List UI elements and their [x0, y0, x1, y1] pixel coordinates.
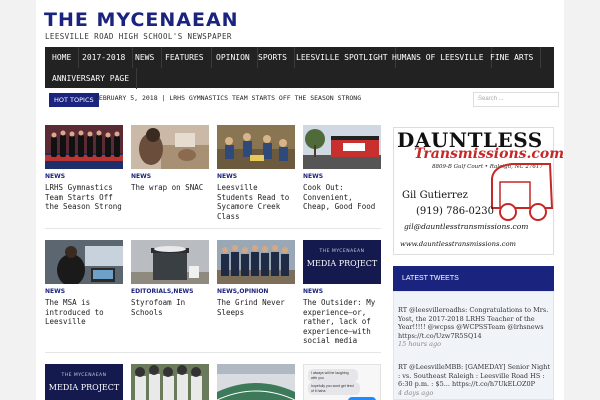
gymnastics-photo[interactable]: [45, 125, 123, 169]
indoor-track-photo[interactable]: [217, 364, 295, 400]
dauntless-advertisement[interactable]: DAUNTLESS Transmissions.com 8809-B Gulf …: [393, 127, 564, 255]
nav-item-leesville-spotlight[interactable]: LEESVILLE SPOTLIGHT: [289, 47, 396, 68]
football-team-photo[interactable]: [131, 364, 209, 400]
article-card[interactable]: THE MYCENAEAN MEDIA PROJECT NEWS The Out…: [303, 240, 381, 346]
search-input[interactable]: Search ...: [473, 92, 559, 107]
latest-tweets-panel: RT @leesvilleroadhs: Congratulations to …: [393, 291, 554, 400]
article-card[interactable]: NEWS LRHS Gymnastics Team Starts Off the…: [45, 125, 123, 212]
article-card[interactable]: NEWS Cook Out: Convenient, Cheap, Good F…: [303, 125, 381, 212]
tweet-item[interactable]: RT @LeesvilleMBB: [GAMEDAY] Senior Night…: [398, 363, 550, 397]
nav-item-fine-arts[interactable]: FINE ARTS: [483, 47, 542, 68]
article-category[interactable]: NEWS: [45, 288, 123, 295]
article-title[interactable]: The MSA is introduced to Leesville: [45, 298, 123, 327]
styrofoam-trash-photo[interactable]: [131, 240, 209, 284]
article-category[interactable]: EDITORIALS,NEWS: [131, 288, 209, 295]
main-navigation: HOME 2017-2018 NEWS FEATURES OPINION SPO…: [45, 47, 554, 89]
media-project-name: MEDIA PROJECT: [48, 383, 120, 392]
article-category[interactable]: NEWS: [303, 288, 381, 295]
article-title[interactable]: Styrofoam In Schools: [131, 298, 209, 317]
article-category[interactable]: NEWS: [217, 173, 295, 180]
page: THE MYCENAEAN LEESVILLE ROAD HIGH SCHOOL…: [36, 0, 564, 400]
media-project-name: MEDIA PROJECT: [306, 259, 378, 268]
nav-item-2017-2018[interactable]: 2017-2018: [75, 47, 134, 68]
hot-topics-label: HOT TOPICS: [49, 93, 99, 107]
tweet-timestamp[interactable]: 4 days ago: [398, 389, 550, 398]
hot-topics-headline[interactable]: FEBRUARY 5, 2018 | LRHS GYMNASTICS TEAM …: [95, 94, 361, 102]
site-title[interactable]: THE MYCENAEAN: [44, 9, 239, 31]
tweet-text[interactable]: RT @LeesvilleMBB: [GAMEDAY] Senior Night…: [398, 363, 550, 388]
site-description: LEESVILLE ROAD HIGH SCHOOL'S NEWSPAPER: [45, 32, 232, 41]
ad-email: gil@dauntlesstransmissions.com: [404, 222, 529, 231]
tweet-item[interactable]: RT @leesvilleroadhs: Congratulations to …: [398, 306, 550, 349]
article-category[interactable]: NEWS: [45, 173, 123, 180]
latest-tweets-header: LATEST TWEETS: [393, 266, 554, 291]
ad-contact-name: Gil Gutierrez: [402, 190, 468, 201]
cook-out-photo[interactable]: [303, 125, 381, 169]
chat-bubble: hopefully you wont get tired of it haha: [308, 382, 360, 395]
article-title[interactable]: The Outsider: My experience—or, rather, …: [303, 298, 381, 346]
article-title[interactable]: The wrap on SNAC: [131, 183, 209, 193]
nav-item-features[interactable]: FEATURES: [158, 47, 212, 68]
media-project-thumbnail[interactable]: THE MYCENAEAN MEDIA PROJECT: [303, 240, 381, 284]
tweet-text[interactable]: RT @leesvilleroadhs: Congratulations to …: [398, 306, 548, 340]
article-category[interactable]: NEWS,OPINION: [217, 288, 295, 295]
media-project-brand: THE MYCENAEAN: [319, 249, 365, 254]
chat-screenshot-thumbnail[interactable]: I always will be laughing with you hopef…: [303, 364, 381, 400]
article-title[interactable]: LRHS Gymnastics Team Starts Off the Seas…: [45, 183, 123, 212]
msa-photo[interactable]: [45, 240, 123, 284]
article-card[interactable]: [131, 364, 209, 400]
article-card[interactable]: NEWS Leesville Students Read to Sycamore…: [217, 125, 295, 221]
article-card[interactable]: NEWS The wrap on SNAC: [131, 125, 209, 193]
row-divider: [45, 228, 381, 229]
nav-item-anniversary-page[interactable]: ANNIVERSARY PAGE: [45, 68, 138, 89]
article-card[interactable]: EDITORIALS,NEWS Styrofoam In Schools: [131, 240, 209, 317]
ad-phone: (919) 786-0230: [416, 206, 494, 217]
article-card[interactable]: NEWS,OPINION The Grind Never Sleeps: [217, 240, 295, 317]
tweet-timestamp[interactable]: 15 hours ago: [398, 340, 550, 349]
media-project-brand: THE MYCENAEAN: [61, 373, 107, 378]
truck-icon: [491, 163, 554, 221]
article-title[interactable]: The Grind Never Sleeps: [217, 298, 295, 317]
article-category[interactable]: NEWS: [131, 173, 209, 180]
article-card[interactable]: [217, 364, 295, 400]
ad-website: www.dauntlesstransmissions.com: [400, 240, 516, 248]
article-card[interactable]: NEWS The MSA is introduced to Leesville: [45, 240, 123, 327]
media-project-thumbnail[interactable]: THE MYCENAEAN MEDIA PROJECT: [45, 364, 123, 400]
article-title[interactable]: Leesville Students Read to Sycamore Cree…: [217, 183, 295, 221]
snac-photo[interactable]: [131, 125, 209, 169]
article-card[interactable]: I always will be laughing with you hopef…: [303, 364, 381, 400]
chat-bubble: I always will be laughing with you: [308, 369, 358, 382]
grind-team-photo[interactable]: [217, 240, 295, 284]
row-divider: [45, 352, 381, 353]
classroom-reading-photo[interactable]: [217, 125, 295, 169]
article-title[interactable]: Cook Out: Convenient, Cheap, Good Food: [303, 183, 381, 212]
nav-item-humans-of-leesville[interactable]: HUMANS OF LEESVILLE: [385, 47, 492, 68]
article-category[interactable]: NEWS: [303, 173, 381, 180]
hot-topics-bar: HOT TOPICS FEBRUARY 5, 2018 | LRHS GYMNA…: [45, 89, 559, 111]
article-card[interactable]: THE MYCENAEAN MEDIA PROJECT: [45, 364, 123, 400]
